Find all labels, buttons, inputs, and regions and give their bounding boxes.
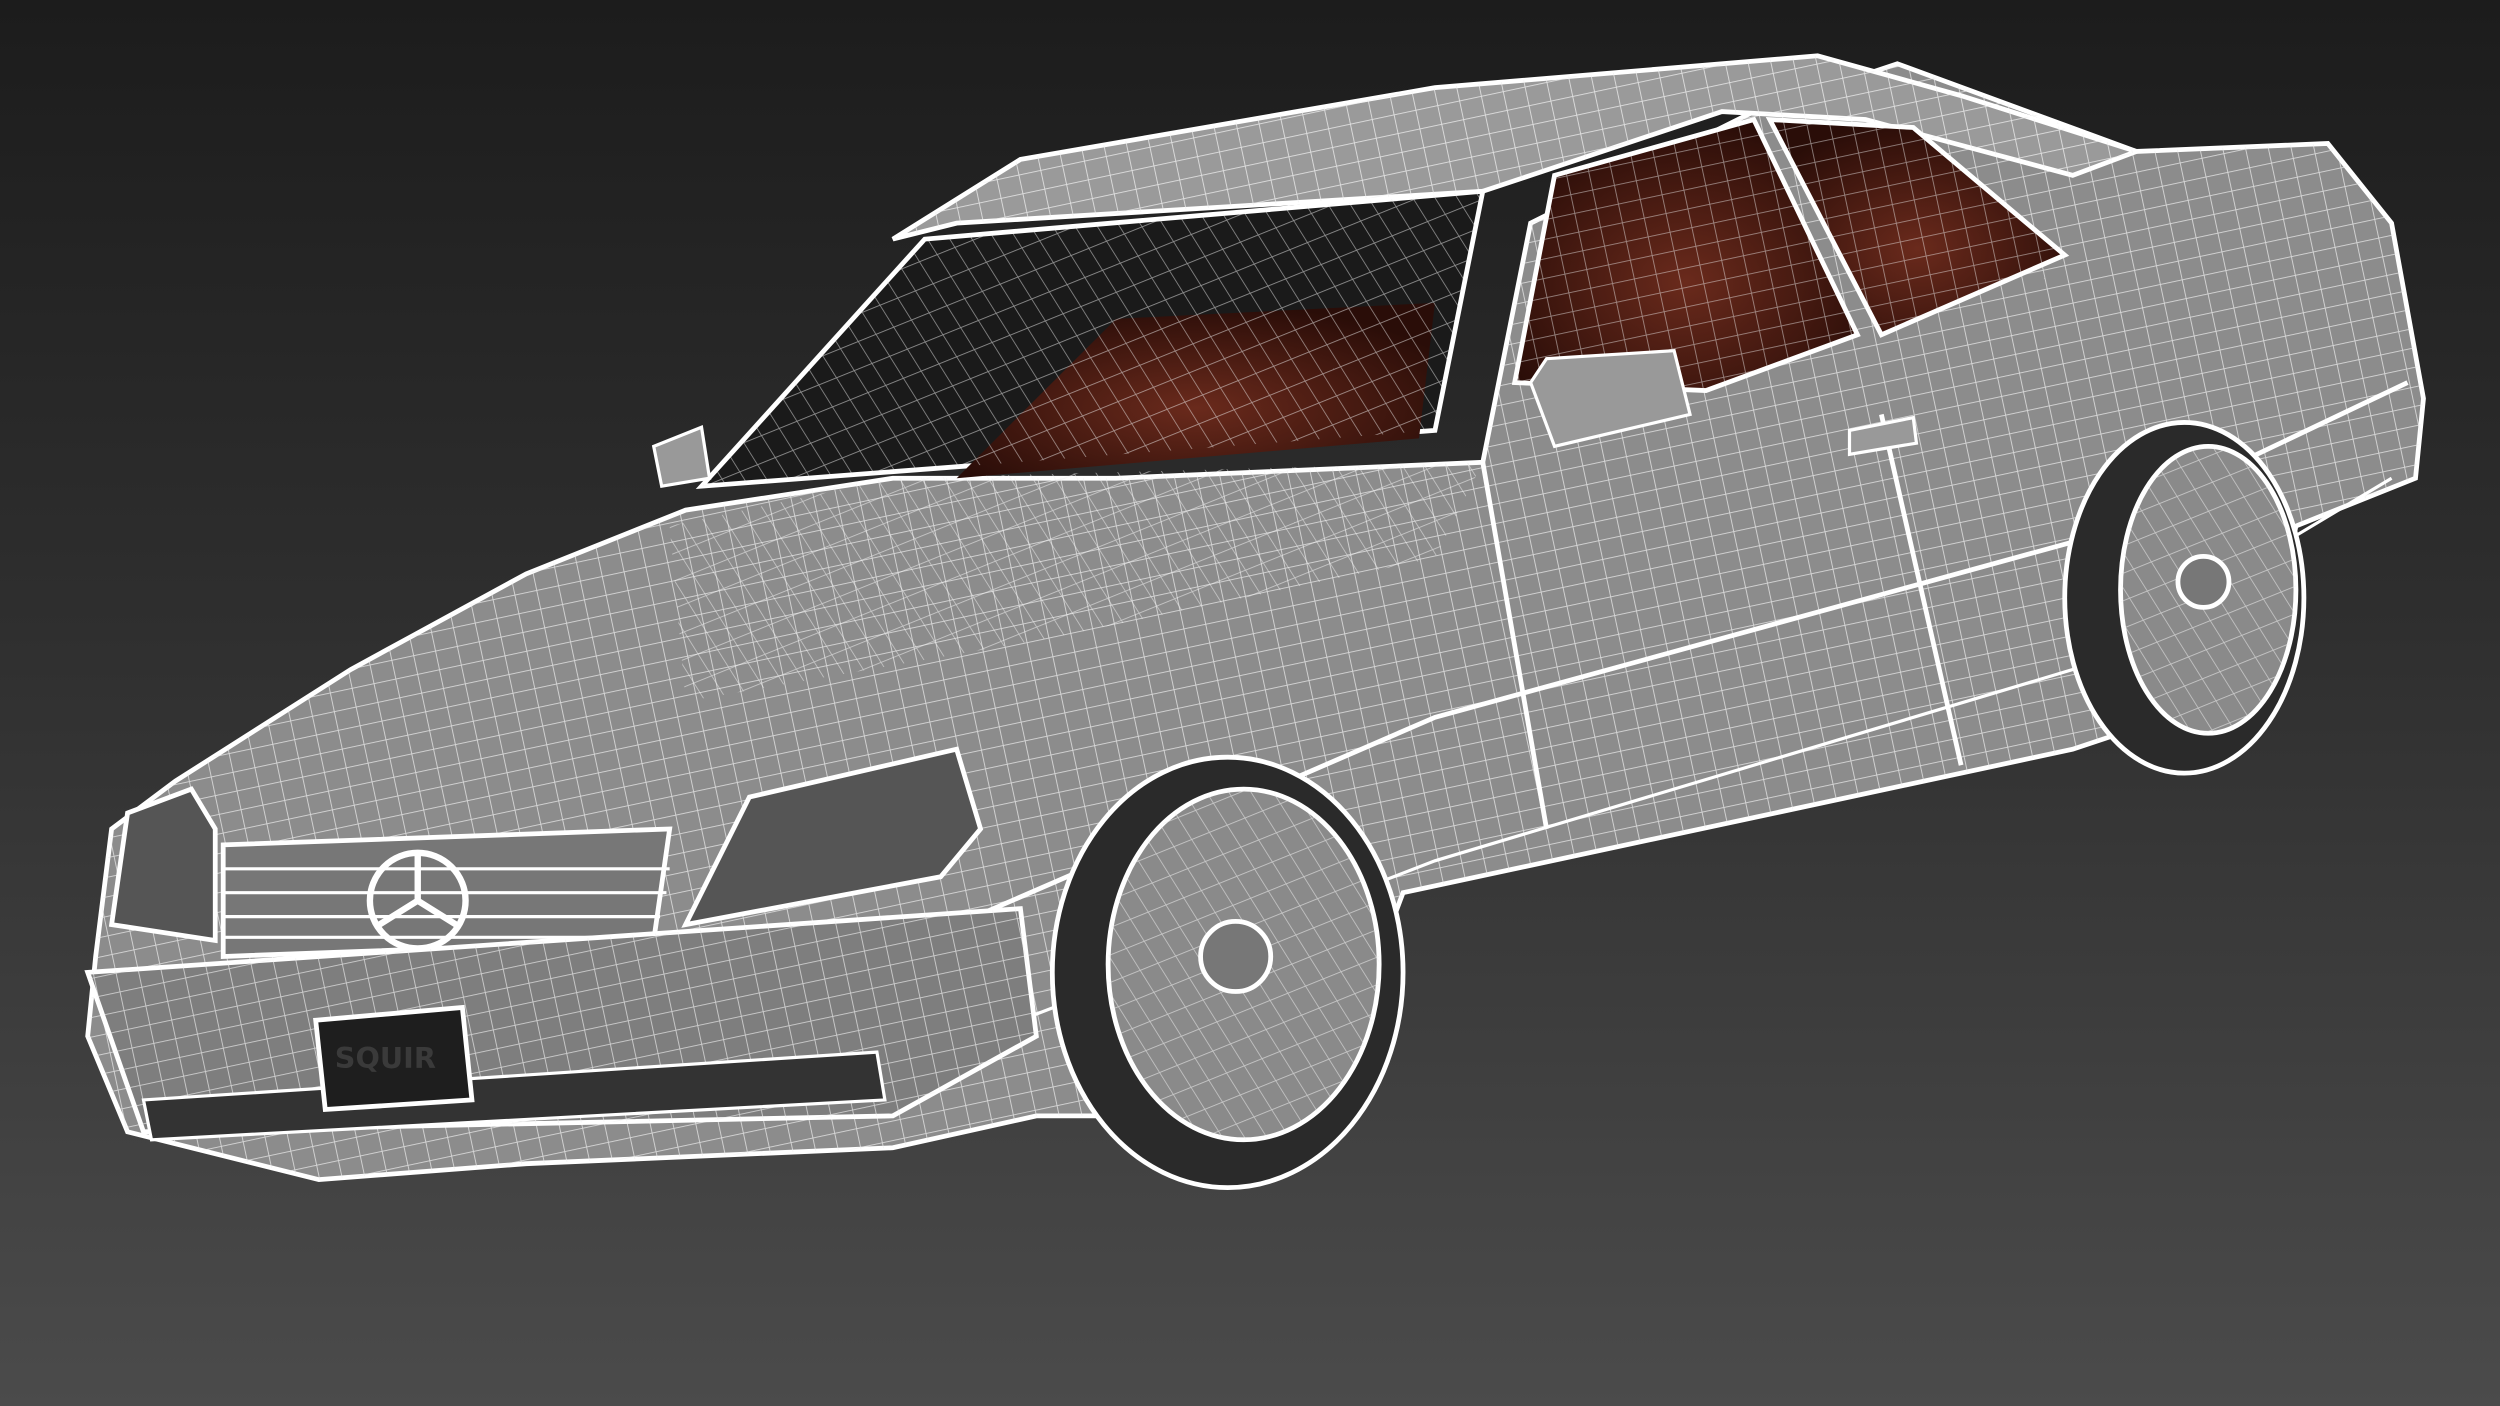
wireframe-car-render: SQUIR — [84, 53, 2426, 1190]
windshield — [695, 188, 1486, 490]
license-plate-text: SQUIR — [335, 1041, 436, 1075]
rear-wheel — [2062, 420, 2307, 776]
front-wheel — [1049, 754, 1406, 1190]
license-plate: SQUIR — [313, 1004, 475, 1113]
headlight-left — [108, 786, 218, 944]
